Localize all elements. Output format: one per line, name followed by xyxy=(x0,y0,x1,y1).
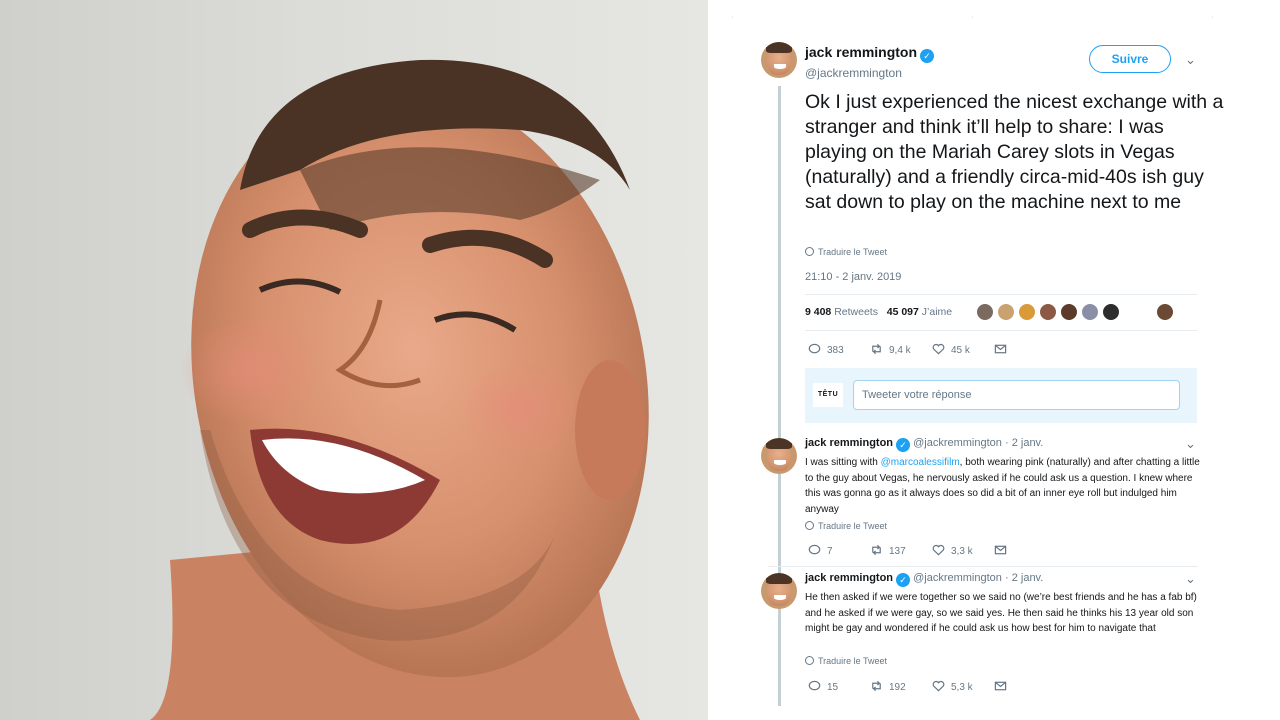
reply-input[interactable]: Tweeter votre réponse xyxy=(853,380,1180,410)
retweet-count: 137 xyxy=(889,546,906,557)
retweet-icon xyxy=(872,544,881,556)
retweet-action[interactable]: 137 xyxy=(870,544,906,557)
heart-icon xyxy=(932,544,945,556)
like-count: 3,3 k xyxy=(951,546,973,557)
tweet-date[interactable]: 2 janv. xyxy=(1012,437,1044,449)
tweet-text: I was sitting with @marcoalessifilm, bot… xyxy=(805,455,1205,517)
message-action[interactable] xyxy=(994,544,1013,557)
globe-icon xyxy=(805,656,814,665)
envelope-icon xyxy=(994,344,1007,354)
reply-composer: TÊTU Tweeter votre réponse xyxy=(805,368,1197,423)
tweet-text-part: He then asked if we were together so we … xyxy=(805,592,1197,634)
retweet-action[interactable]: 9,4 k xyxy=(870,343,911,356)
tweet-date[interactable]: 2 janv. xyxy=(1012,572,1044,584)
account-avatar: TÊTU xyxy=(813,383,843,407)
author-handle[interactable]: @jackremmington xyxy=(913,437,1002,449)
avatar[interactable] xyxy=(761,573,797,609)
retweet-icon xyxy=(872,680,881,692)
chevron-down-icon[interactable]: ⌄ xyxy=(1185,436,1196,452)
envelope-icon xyxy=(994,545,1007,555)
author-handle[interactable]: @jackremmington xyxy=(913,572,1002,584)
author-name[interactable]: jack remmington xyxy=(805,572,893,584)
top-divider xyxy=(732,16,1250,18)
globe-icon xyxy=(805,247,814,256)
divider xyxy=(805,330,1197,331)
translate-label: Traduire le Tweet xyxy=(818,521,888,531)
engagement-stats: 9 408 Retweets 45 097 J’aime xyxy=(805,306,952,318)
like-action[interactable]: 3,3 k xyxy=(932,544,973,557)
reply-count: 7 xyxy=(827,546,833,557)
tweet-panel: jack remmington ✓ @jackremmington Suivre … xyxy=(708,0,1280,720)
reply-count: 383 xyxy=(827,345,844,356)
translate-label: Traduire le Tweet xyxy=(818,247,888,257)
reply-icon xyxy=(808,544,821,555)
author-handle[interactable]: @jackremmington xyxy=(805,66,934,80)
thread-tweet: jack remmington ✓ @jackremmington · 2 jan… xyxy=(805,572,1205,637)
retweet-icon xyxy=(872,343,881,355)
thread-tweet: jack remmington ✓ @jackremmington · 2 jan… xyxy=(805,437,1205,517)
reply-icon xyxy=(808,680,821,691)
reply-action[interactable]: 15 xyxy=(808,680,838,693)
like-count-short: 45 k xyxy=(951,345,970,356)
like-action[interactable]: 5,3 k xyxy=(932,680,973,693)
chevron-down-icon[interactable]: ⌄ xyxy=(1185,52,1196,68)
avatar[interactable] xyxy=(761,438,797,474)
liker-avatar[interactable] xyxy=(1081,303,1099,321)
tweet-text: Ok I just experienced the nicest exchang… xyxy=(805,91,1224,213)
translate-link[interactable]: Traduire le Tweet xyxy=(805,656,887,666)
like-action[interactable]: 45 k xyxy=(932,343,970,356)
divider xyxy=(805,294,1197,295)
verified-badge-icon: ✓ xyxy=(920,49,935,63)
tweet-date[interactable]: 21:10 - 2 janv. 2019 xyxy=(805,271,901,283)
translate-label: Traduire le Tweet xyxy=(818,656,888,666)
avatar[interactable] xyxy=(761,42,797,78)
translate-link[interactable]: Traduire le Tweet xyxy=(805,521,887,531)
heart-icon xyxy=(932,343,945,355)
divider xyxy=(768,566,1198,567)
retweet-action[interactable]: 192 xyxy=(870,680,906,693)
liker-avatar[interactable] xyxy=(1018,303,1036,321)
liker-avatar[interactable] xyxy=(976,303,994,321)
profile-photo xyxy=(0,0,708,720)
liker-avatar[interactable] xyxy=(1060,303,1078,321)
author-name[interactable]: jack remmington xyxy=(805,437,893,449)
chevron-down-icon[interactable]: ⌄ xyxy=(1185,571,1196,587)
message-action[interactable] xyxy=(994,343,1013,356)
tweet-text-part: I was sitting with xyxy=(805,457,881,468)
liker-avatar[interactable] xyxy=(1039,303,1057,321)
separator-dot: · xyxy=(1004,572,1009,584)
retweet-count-short: 9,4 k xyxy=(889,345,911,356)
like-label: J’aime xyxy=(921,306,953,318)
mention-link[interactable]: @marcoalessifilm xyxy=(881,457,960,468)
follow-button[interactable]: Suivre xyxy=(1089,45,1171,73)
author-block: jack remmington ✓ @jackremmington xyxy=(805,44,935,80)
thread-line xyxy=(778,86,781,706)
envelope-icon xyxy=(994,681,1007,691)
reply-action[interactable]: 383 xyxy=(808,343,844,356)
reply-icon xyxy=(808,343,821,354)
liker-avatar[interactable] xyxy=(1102,303,1120,321)
retweet-count: 192 xyxy=(889,682,906,693)
translate-link[interactable]: Traduire le Tweet xyxy=(805,247,887,257)
separator-dot: · xyxy=(1004,437,1009,449)
tweet-text: He then asked if we were together so we … xyxy=(805,590,1205,637)
liker-avatar[interactable] xyxy=(1156,303,1174,321)
reply-action[interactable]: 7 xyxy=(808,544,833,557)
verified-badge-icon: ✓ xyxy=(896,573,911,587)
verified-badge-icon: ✓ xyxy=(896,438,911,452)
heart-icon xyxy=(932,680,945,692)
liker-avatar[interactable] xyxy=(997,303,1015,321)
smiling-man-photo xyxy=(150,59,649,720)
author-name[interactable]: jack remmington xyxy=(805,44,917,60)
globe-icon xyxy=(805,521,814,530)
like-count[interactable]: 45 097 xyxy=(887,306,919,318)
retweet-count[interactable]: 9 408 xyxy=(805,306,831,318)
retweet-label: Retweets xyxy=(834,306,878,318)
reply-count: 15 xyxy=(827,682,839,693)
like-count: 5,3 k xyxy=(951,682,973,693)
message-action[interactable] xyxy=(994,680,1013,693)
